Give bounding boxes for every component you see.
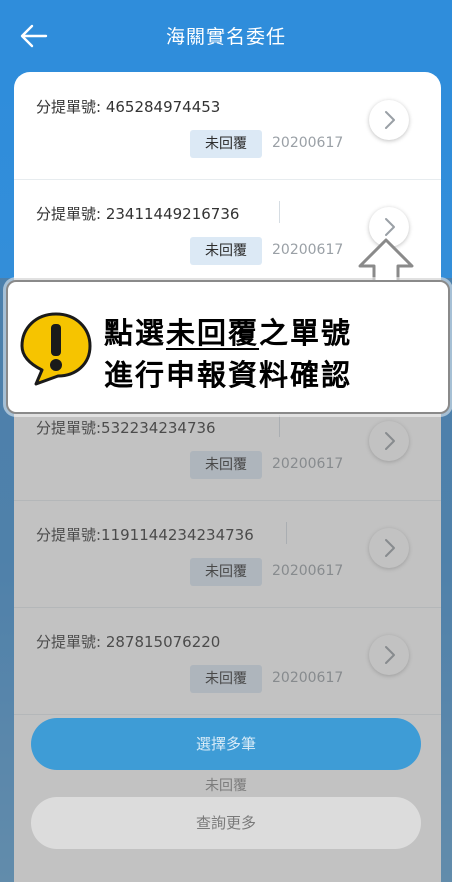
date-label: 20200617 bbox=[272, 135, 344, 151]
bill-number: 分提單號: 465284974453 bbox=[36, 98, 221, 116]
instruction-text: 點選未回覆之單號 進行申報資料確認 bbox=[104, 312, 352, 396]
select-multiple-button[interactable]: 選擇多筆 bbox=[31, 718, 421, 770]
load-more-button[interactable]: 查詢更多 bbox=[31, 797, 421, 849]
chevron-right-icon[interactable] bbox=[369, 100, 409, 140]
instruction-suffix: 之單號 bbox=[259, 316, 353, 350]
status-badge-partial: 未回覆 bbox=[205, 778, 247, 794]
instruction-highlight: 未回覆 bbox=[166, 316, 260, 350]
page-title: 海關實名委任 bbox=[165, 26, 286, 48]
instruction-prefix: 點選 bbox=[104, 316, 167, 350]
status-badge: 未回覆 bbox=[190, 237, 262, 265]
divider bbox=[279, 201, 280, 223]
date-label: 20200617 bbox=[272, 242, 344, 258]
instruction-line2: 進行申報資料確認 bbox=[104, 358, 353, 392]
app-screen: 海關實名委任 分提單號: 465284974453 未回覆 20200617 分… bbox=[0, 0, 452, 882]
bill-number: 分提單號: 23411449216736 bbox=[36, 205, 240, 223]
exclamation-warning-icon bbox=[20, 312, 92, 386]
status-badge: 未回覆 bbox=[190, 130, 262, 158]
list-item[interactable]: 分提單號: 465284974453 未回覆 20200617 bbox=[14, 72, 441, 180]
header: 海關實名委任 bbox=[0, 0, 452, 70]
